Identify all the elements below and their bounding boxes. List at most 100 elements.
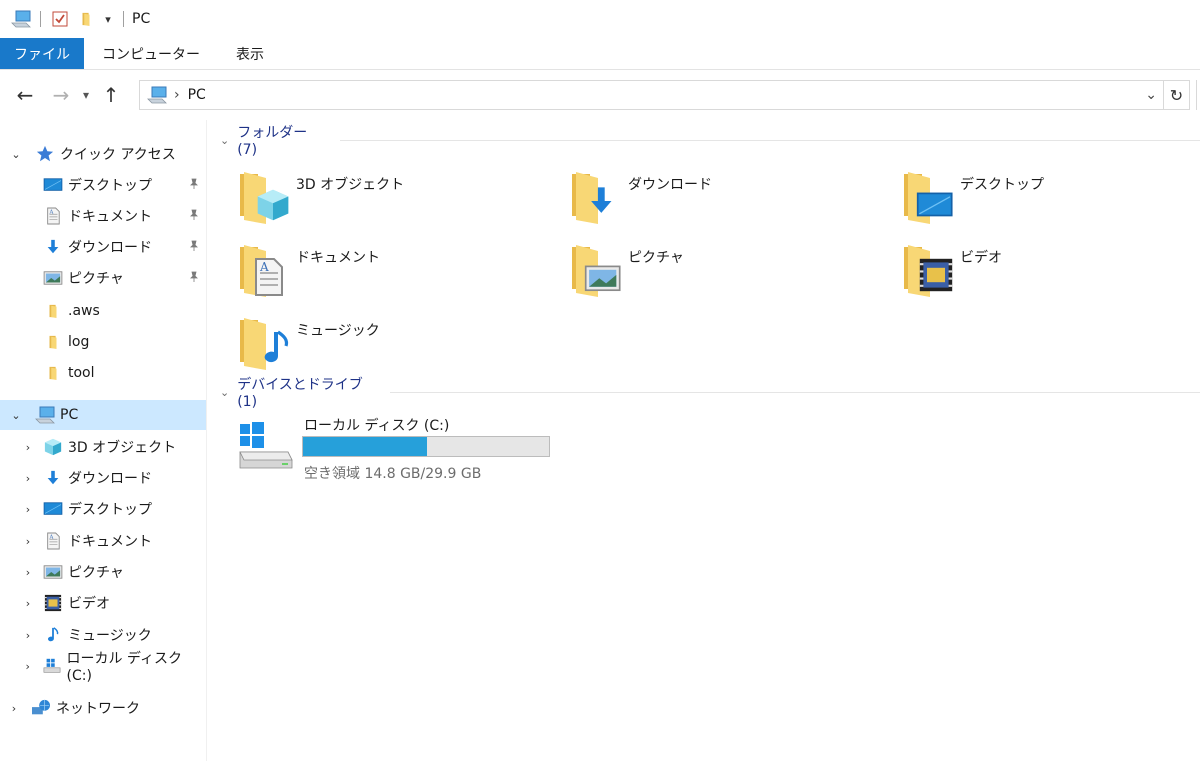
group-title: フォルダー (7) <box>237 125 308 158</box>
chevron-down-icon[interactable]: ⌄ <box>220 134 229 147</box>
pc-icon[interactable] <box>8 6 34 32</box>
address-bar[interactable]: › PC ⌄ <box>139 80 1164 110</box>
sidebar-item-pc-pictures[interactable]: › ピクチャ <box>0 557 206 587</box>
drive-local-disk-c[interactable]: ローカル ディスク (C:) 空き領域 14.8 GB/29.9 GB <box>236 412 596 482</box>
sidebar-item-label: tool <box>68 365 95 381</box>
group-divider <box>340 139 1200 141</box>
drive-free-space: 空き領域 14.8 GB/29.9 GB <box>304 466 482 482</box>
document-icon <box>42 205 64 227</box>
chevron-right-icon[interactable]: › <box>20 564 36 580</box>
tab-view[interactable]: 表示 <box>218 38 282 69</box>
pin-icon[interactable] <box>188 209 200 225</box>
sidebar-item-label: ネットワーク <box>56 701 140 717</box>
chevron-right-icon[interactable]: › <box>20 501 36 517</box>
chevron-right-icon[interactable]: › <box>20 595 36 611</box>
pin-icon[interactable] <box>188 240 200 256</box>
sidebar-item-log[interactable]: log <box>0 327 206 357</box>
folder-downloads[interactable]: ダウンロード <box>568 164 868 226</box>
sidebar-item-label: クイック アクセス <box>60 147 176 163</box>
drives-group-header[interactable]: ⌄ デバイスとドライブ (1) <box>220 377 1200 410</box>
network-icon <box>30 697 52 719</box>
pin-icon[interactable] <box>188 178 200 194</box>
star-icon <box>34 143 56 165</box>
sidebar-item-network[interactable]: › ネットワーク <box>0 693 206 723</box>
sidebar-item-documents[interactable]: ドキュメント <box>0 201 206 231</box>
3d-cube-icon <box>42 436 64 458</box>
sidebar-item-label: ミュージック <box>68 628 152 644</box>
sidebar-item-tool[interactable]: tool <box>0 358 206 388</box>
folder-music[interactable]: ミュージック <box>236 310 536 372</box>
folder-downloads-icon <box>568 164 612 226</box>
sidebar-item-label: ドキュメント <box>68 534 152 550</box>
folders-group-header[interactable]: ⌄ フォルダー (7) <box>220 125 1200 158</box>
refresh-button[interactable]: ↻ <box>1164 80 1190 110</box>
chevron-right-icon[interactable]: › <box>20 658 35 674</box>
sidebar-item-pictures[interactable]: ピクチャ <box>0 263 206 293</box>
sidebar-item-label: ピクチャ <box>68 271 124 287</box>
drive-usage-bar <box>302 436 550 457</box>
sidebar-item-label: log <box>68 334 90 350</box>
sidebar-item-pc-videos[interactable]: › ビデオ <box>0 588 206 618</box>
forward-button[interactable]: → <box>46 80 76 110</box>
chevron-right-icon[interactable]: › <box>20 627 36 643</box>
download-icon <box>42 236 64 258</box>
sidebar-item-3d-objects[interactable]: › 3D オブジェクト <box>0 432 206 462</box>
folder-3d-objects[interactable]: 3D オブジェクト <box>236 164 536 226</box>
back-button[interactable]: ← <box>10 80 40 110</box>
recent-locations-chevron-icon[interactable]: ▾ <box>76 80 96 110</box>
desktop-icon <box>42 174 64 196</box>
tab-computer[interactable]: コンピューター <box>84 38 218 69</box>
sidebar-item-desktop[interactable]: デスクトップ <box>0 170 206 200</box>
navigation-row: ← → ▾ ↑ › PC ⌄ ↻ <box>0 70 1200 120</box>
folder-documents[interactable]: ドキュメント <box>236 237 536 299</box>
chevron-right-icon[interactable]: › <box>20 533 36 549</box>
sidebar-item-pc[interactable]: ⌄ PC <box>0 400 206 430</box>
pin-icon[interactable] <box>188 271 200 287</box>
picture-icon <box>42 267 64 289</box>
video-icon <box>42 592 64 614</box>
folder-desktop-icon <box>900 164 953 226</box>
folder-label: ドキュメント <box>296 250 380 266</box>
sidebar-item-label: ダウンロード <box>68 471 152 487</box>
folder-label: 3D オブジェクト <box>296 177 405 193</box>
quick-access-separator <box>40 11 41 27</box>
sidebar-item-pc-documents[interactable]: › ドキュメント <box>0 526 206 556</box>
sidebar-item-pc-downloads[interactable]: › ダウンロード <box>0 463 206 493</box>
folder-3d-objects-icon <box>236 164 289 226</box>
chevron-down-icon[interactable]: ⌄ <box>220 386 229 399</box>
folder-videos-icon <box>900 237 954 299</box>
folder-icon <box>42 300 64 322</box>
sidebar-item-label: ダウンロード <box>68 240 152 256</box>
chevron-down-icon[interactable]: ⌄ <box>8 407 24 423</box>
sidebar-item-pc-desktop[interactable]: › デスクトップ <box>0 494 206 524</box>
search-box-edge[interactable] <box>1196 80 1200 110</box>
ribbon-tabs: ファイル コンピューター 表示 <box>0 38 1200 70</box>
sidebar-item-label: デスクトップ <box>68 502 152 518</box>
title-separator <box>123 11 124 27</box>
breadcrumb-pc[interactable]: PC <box>188 87 206 103</box>
properties-check-icon[interactable] <box>47 6 73 32</box>
folder-desktop[interactable]: デスクトップ <box>900 164 1200 226</box>
folder-videos[interactable]: ビデオ <box>900 237 1200 299</box>
customize-toolbar-chevron-icon[interactable]: ▾ <box>99 6 117 32</box>
drive-usage-fill <box>303 437 428 456</box>
group-title: デバイスとドライブ (1) <box>237 377 363 410</box>
folder-pictures[interactable]: ピクチャ <box>568 237 868 299</box>
sidebar-item-local-disk[interactable]: › ローカル ディスク (C:) <box>0 651 206 684</box>
up-button[interactable]: ↑ <box>96 80 126 110</box>
folder-icon <box>42 331 64 353</box>
chevron-down-icon[interactable]: ⌄ <box>8 146 24 162</box>
chevron-right-icon[interactable]: › <box>20 439 36 455</box>
sidebar-item-quick-access[interactable]: ⌄ クイック アクセス <box>0 139 206 169</box>
sidebar-item-aws[interactable]: .aws <box>0 296 206 326</box>
sidebar-item-label: デスクトップ <box>68 178 152 194</box>
pc-icon <box>146 85 168 105</box>
sidebar-item-downloads[interactable]: ダウンロード <box>0 232 206 262</box>
sidebar-item-pc-music[interactable]: › ミュージック <box>0 620 206 650</box>
chevron-right-icon[interactable]: › <box>6 700 22 716</box>
address-history-chevron-icon[interactable]: ⌄ <box>1145 87 1157 103</box>
sidebar-item-label: ピクチャ <box>68 565 124 581</box>
new-folder-icon[interactable] <box>73 6 99 32</box>
tab-file[interactable]: ファイル <box>0 38 84 69</box>
chevron-right-icon[interactable]: › <box>20 470 36 486</box>
